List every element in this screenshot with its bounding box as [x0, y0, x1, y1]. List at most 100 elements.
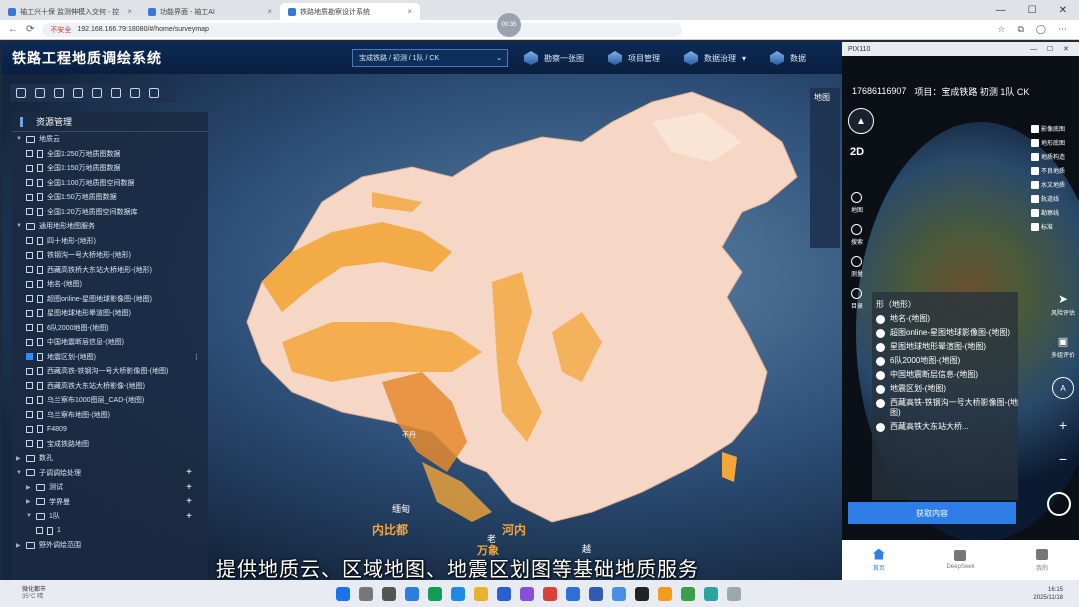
tree-row[interactable]: F4809 — [12, 422, 208, 437]
tree-row[interactable]: 1 — [12, 524, 208, 539]
start-icon[interactable] — [336, 586, 351, 601]
tree-row[interactable]: 星图地球地形晕渲图-(地图) — [12, 306, 208, 321]
menu-project[interactable]: 项目管理 — [608, 51, 660, 65]
layer-checkbox[interactable] — [26, 150, 33, 158]
tool-search[interactable]: 搜索 — [851, 224, 863, 246]
tool-measure[interactable]: 测量 — [851, 256, 863, 278]
app-icon[interactable] — [681, 586, 696, 601]
tree-row[interactable]: ▶ 学界曼 + — [12, 495, 208, 510]
system-clock[interactable]: 16:15 2025/11/18 — [1033, 586, 1079, 602]
tree-row[interactable]: 四十地形-(地形) — [12, 234, 208, 249]
tree-row[interactable]: ▶ 测试 + — [12, 480, 208, 495]
caret-right-icon[interactable]: ▶ — [16, 455, 22, 462]
browser-tab[interactable]: 功能界面 - 袖工AI × — [140, 3, 280, 20]
radio-button[interactable] — [876, 371, 885, 380]
add-icon[interactable]: + — [186, 511, 192, 522]
pen-icon[interactable] — [73, 88, 83, 98]
zoom-out-icon[interactable]: − — [1059, 451, 1067, 467]
app-icon[interactable] — [405, 586, 420, 601]
caret-down-icon[interactable]: ▼ — [16, 470, 22, 476]
folder-icon[interactable] — [474, 586, 489, 601]
zoom-in-icon[interactable]: + — [1059, 417, 1067, 433]
map-view[interactable]: 内比都 河内 万象 老 越 缅甸 不丹 资源管理 ▼ 地质云 全国1:250万地质图… — [2, 74, 842, 580]
close-icon[interactable]: × — [127, 7, 132, 16]
caret-right-icon[interactable]: ▶ — [26, 484, 32, 491]
tree-row[interactable]: 西藏高铁大东站大桥影像-(地图) — [12, 379, 208, 394]
target-icon[interactable] — [54, 88, 64, 98]
layer-checkbox[interactable] — [26, 338, 33, 346]
tree-row[interactable]: ▼ 通用地形地图服务 — [12, 219, 208, 234]
menu-icon[interactable] — [16, 88, 26, 98]
layer-checkbox[interactable] — [26, 425, 33, 433]
tree-row[interactable]: 超图online-星图地球影像图-(地图) — [12, 292, 208, 307]
menu-data[interactable]: 数据 — [770, 51, 806, 65]
locate-icon[interactable] — [1047, 492, 1071, 516]
layer-checkbox[interactable] — [26, 193, 33, 201]
star-icon[interactable]: ☆ — [997, 24, 1005, 35]
tool-catalog[interactable]: 目录 — [851, 288, 863, 310]
grid-icon[interactable] — [111, 88, 121, 98]
reload-icon[interactable]: ⟳ — [26, 24, 34, 35]
layer-popup-item[interactable]: 地名-(地图) — [872, 312, 1018, 326]
layer-checkbox[interactable] — [26, 353, 33, 361]
right-side-tab[interactable]: 地图 — [810, 88, 840, 248]
extensions-icon[interactable]: ⧉ — [1017, 24, 1023, 35]
layer-checkbox[interactable] — [26, 295, 33, 303]
layer-popup-item[interactable]: 星图地球地形晕渲图-(地图) — [872, 340, 1018, 354]
browser-tab[interactable]: 袖工兴十保 监测伸模入交何 - 控 × — [0, 3, 140, 20]
tree-row[interactable]: 西藏高铁-铁钢沟一号大桥影像图-(地图) — [12, 364, 208, 379]
app-icon[interactable] — [704, 586, 719, 601]
layer-checkbox[interactable] — [26, 280, 33, 288]
layer-checkbox[interactable] — [26, 382, 33, 390]
caret-right-icon[interactable]: ▶ — [16, 542, 22, 549]
tree-row[interactable]: 全国1:50万地质图数据 — [12, 190, 208, 205]
layer-popup-item[interactable]: 西藏高铁大东站大桥... — [872, 420, 1018, 434]
tree-row[interactable]: ▶ 野外调绘范围 — [12, 538, 208, 553]
layer-checkbox[interactable] — [26, 208, 33, 216]
layer-checkbox[interactable] — [26, 266, 33, 274]
app-icon[interactable] — [727, 586, 742, 601]
fullscreen-icon[interactable] — [149, 88, 159, 98]
tree-row[interactable]: ▼ 地质云 — [12, 132, 208, 147]
tree-row[interactable]: 全国1:250万地质图数据 — [12, 147, 208, 162]
mode-2d-toggle[interactable]: 2D — [850, 146, 864, 158]
north-arrow-icon[interactable]: A — [1051, 377, 1074, 399]
menu-survey-map[interactable]: 勘察一张图 — [524, 51, 584, 65]
multi-eval-tool[interactable]: ▣ 多组评价 — [1051, 335, 1075, 359]
layer-checkbox[interactable] — [26, 237, 33, 245]
radio-button[interactable] — [876, 357, 885, 366]
tool-map[interactable]: 地图 — [851, 192, 863, 214]
tree-row[interactable]: 全国1:150万地质图数据 — [12, 161, 208, 176]
tool-bad-geology[interactable]: 不良地质 — [1031, 166, 1065, 175]
edge-icon[interactable] — [428, 586, 443, 601]
layer-checkbox[interactable] — [26, 309, 33, 317]
browser-tab-active[interactable]: 铁路地质勘察设计系统 × — [280, 3, 420, 20]
more-icon[interactable]: ⋯ — [1058, 24, 1067, 35]
layer-checkbox[interactable] — [26, 251, 33, 259]
tab-mine[interactable]: 我的 — [1036, 548, 1048, 572]
search-icon[interactable] — [359, 586, 374, 601]
radio-button[interactable] — [876, 329, 885, 338]
add-icon[interactable]: + — [186, 467, 192, 478]
profile-icon[interactable]: ◯ — [1036, 24, 1046, 35]
tree-row[interactable]: 宝成铁路地图 — [12, 437, 208, 452]
layer-checkbox[interactable] — [26, 411, 33, 419]
tree-row[interactable]: ▶ 数孔 — [12, 451, 208, 466]
tree-row[interactable]: 地震区划-(地图) ⋮ — [12, 350, 208, 365]
layer-checkbox[interactable] — [26, 367, 33, 375]
layer-popup-item[interactable]: 西藏高铁-铁钢沟一号大桥影像图-(地图) — [872, 396, 1018, 420]
tree-row[interactable]: 铁钢沟一号大桥地形-(地形) — [12, 248, 208, 263]
tool-image-base[interactable]: 影像底图 — [1031, 124, 1065, 133]
tab-home[interactable]: 首页 — [872, 548, 885, 572]
risk-tool[interactable]: ➤ 风险评估 — [1051, 292, 1075, 317]
fetch-content-button[interactable]: 获取内容 — [848, 502, 1016, 524]
app-icon[interactable] — [612, 586, 627, 601]
more-vertical-icon[interactable]: ⋮ — [193, 353, 200, 361]
tree-row[interactable]: 乌兰察布地图-(地图) — [12, 408, 208, 423]
layer-popup-item[interactable]: 超图online-星图地球影像图-(地图) — [872, 326, 1018, 340]
radio-button[interactable] — [876, 343, 885, 352]
files-icon[interactable] — [451, 586, 466, 601]
tool-terrain-base[interactable]: 地形底图 — [1031, 138, 1065, 147]
app-icon[interactable] — [658, 586, 673, 601]
tree-row[interactable]: 全国1:20万地质图空间数据库 — [12, 205, 208, 220]
